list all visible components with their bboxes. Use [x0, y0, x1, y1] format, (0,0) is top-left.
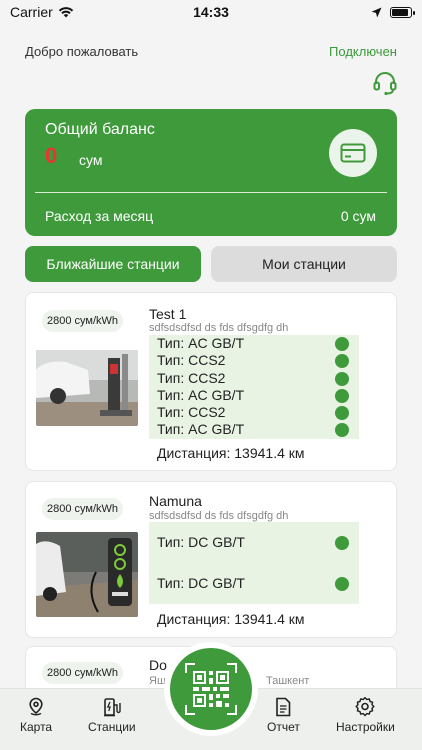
- nav-settings[interactable]: Настройки: [336, 697, 395, 734]
- connector-type: Тип: AC GB/T: [157, 335, 245, 351]
- station-name: Do: [149, 657, 167, 673]
- connector-row: Тип: AC GB/T: [149, 335, 359, 352]
- connector-status-dot: [335, 577, 349, 591]
- connector-row: Тип: DC GB/T: [149, 563, 359, 604]
- station-name: Test 1: [149, 306, 187, 322]
- tab-my-stations[interactable]: Мои станции: [211, 246, 397, 282]
- connector-row: Тип: CCS2: [149, 352, 359, 369]
- connector-row: Тип: CCS2: [149, 404, 359, 421]
- battery-icon: [390, 6, 415, 18]
- status-bar: Carrier 14:33: [0, 0, 422, 24]
- balance-card: Общий баланс 0 сум Расход за месяц 0 сум: [25, 109, 397, 236]
- qr-code-icon: [185, 663, 237, 715]
- nav-settings-label: Настройки: [336, 720, 395, 734]
- station-tabs: Ближайшие станции Мои станции: [25, 246, 397, 282]
- balance-currency: сум: [79, 152, 103, 168]
- connector-status-dot: [335, 354, 349, 369]
- connector-status-dot: [335, 337, 349, 351]
- connector-type: Тип: CCS2: [157, 352, 226, 369]
- station-name: Namuna: [149, 493, 202, 509]
- connector-type: Тип: DC GB/T: [157, 575, 245, 591]
- price-badge: 2800 сум/kWh: [42, 498, 124, 520]
- connector-row: Тип: AC GB/T: [149, 387, 359, 404]
- monthly-expense-label: Расход за месяц: [45, 208, 154, 224]
- gear-icon: [355, 697, 375, 717]
- station-distance: Дистанция: 13941.4 км: [157, 611, 305, 627]
- price-badge: 2800 сум/kWh: [42, 310, 124, 332]
- nav-map-label: Карта: [20, 720, 53, 734]
- connector-status-dot: [335, 406, 349, 421]
- map-pin-icon: [29, 697, 43, 716]
- connector-status-dot: [335, 423, 349, 438]
- location-arrow-icon: [371, 7, 382, 17]
- price-badge: 2800 сум/kWh: [42, 662, 124, 684]
- station-address-city: Ташкент: [266, 675, 310, 687]
- qr-scan-button[interactable]: [170, 648, 252, 730]
- welcome-text: Добро пожаловать: [25, 44, 139, 59]
- station-card[interactable]: 2800 сум/kWh Test 1 sdfsdsdfsd ds fds df…: [25, 292, 397, 471]
- monthly-expense-value: 0 сум: [340, 208, 376, 224]
- connector-status-dot: [335, 536, 349, 550]
- battery-level: [392, 8, 409, 16]
- tab-nearby-stations[interactable]: Ближайшие станции: [25, 246, 201, 282]
- connection-status: Подключен: [329, 44, 397, 59]
- station-photo: [36, 350, 138, 426]
- payment-card-button[interactable]: [329, 129, 377, 177]
- nav-report[interactable]: Отчет: [267, 697, 300, 734]
- station-distance: Дистанция: 13941.4 км: [157, 445, 305, 461]
- balance-value: 0: [45, 143, 58, 168]
- connector-type: Тип: DC GB/T: [157, 534, 245, 550]
- balance-title: Общий баланс: [45, 121, 155, 138]
- connector-status-dot: [335, 388, 349, 403]
- document-report-icon: [276, 697, 291, 717]
- station-photo: [36, 532, 138, 617]
- station-card[interactable]: 2800 сум/kWh Namuna sdfsdsdfsd ds fds df…: [25, 481, 397, 638]
- nav-report-label: Отчет: [267, 720, 300, 734]
- nav-stations-label: Станции: [88, 720, 136, 734]
- carrier-label: Carrier: [10, 4, 53, 20]
- connector-type: Тип: CCS2: [157, 404, 226, 421]
- connector-list: Тип: DC GB/T Тип: DC GB/T: [149, 522, 359, 604]
- nav-stations[interactable]: Станции: [88, 697, 136, 734]
- connector-type: Тип: AC GB/T: [157, 421, 245, 438]
- wifi-icon: [58, 7, 73, 18]
- station-address: sdfsdsdfsd ds fds dfsgdfg dh: [149, 322, 289, 334]
- headset-support-icon[interactable]: [372, 70, 398, 96]
- balance-divider: [35, 192, 387, 193]
- charging-station-icon: [103, 698, 121, 717]
- connector-list: Тип: AC GB/T Тип: CCS2 Тип: CCS2 Тип: AC…: [149, 335, 359, 439]
- credit-card-icon: [340, 143, 366, 163]
- connector-row: Тип: DC GB/T: [149, 522, 359, 563]
- nav-map[interactable]: Карта: [20, 697, 52, 734]
- connector-type: Тип: CCS2: [157, 369, 226, 386]
- connector-status-dot: [335, 371, 349, 386]
- connector-row: Тип: AC GB/T: [149, 421, 359, 438]
- connector-type: Тип: AC GB/T: [157, 386, 245, 403]
- connector-row: Тип: CCS2: [149, 370, 359, 387]
- station-address: sdfsdsdfsd ds fds dfsgdfg dh: [149, 510, 289, 522]
